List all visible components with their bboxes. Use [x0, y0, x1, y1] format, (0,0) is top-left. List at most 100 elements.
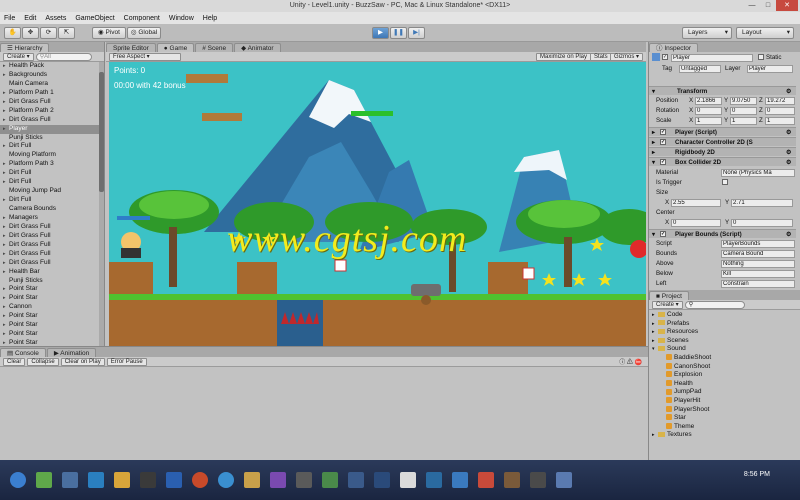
taskbar-app-icon[interactable]: [192, 472, 208, 488]
taskbar-app-icon[interactable]: [166, 472, 182, 488]
transform-header[interactable]: ▾ Transform ⚙: [649, 86, 796, 95]
below-dropdown[interactable]: Kill: [721, 269, 795, 278]
rotation-x-field[interactable]: 0: [695, 106, 722, 115]
component-enabled-checkbox[interactable]: ✓: [660, 129, 666, 135]
step-button[interactable]: ▶|: [408, 27, 425, 39]
position-y-field[interactable]: 9.0750: [730, 96, 757, 105]
project-folder[interactable]: ▸ Textures: [652, 431, 800, 440]
hierarchy-item[interactable]: ▸ Platform Path 1: [0, 89, 100, 98]
taskbar-app-icon[interactable]: [478, 472, 494, 488]
collapse-toggle[interactable]: Collapse: [27, 357, 59, 366]
taskbar-app-icon[interactable]: [556, 472, 572, 488]
maximize-on-play-toggle[interactable]: Maximize on Play: [536, 53, 592, 61]
size-y-field[interactable]: 2.71: [731, 198, 793, 207]
pivot-toggle[interactable]: ◉ Pivot: [92, 27, 126, 39]
hierarchy-item[interactable]: ▸ Dirt Grass Full: [0, 241, 100, 250]
rotation-y-field[interactable]: 0: [730, 106, 757, 115]
hierarchy-item[interactable]: Punji Sticks: [0, 277, 100, 286]
gear-icon[interactable]: ⚙: [786, 148, 792, 157]
hierarchy-item[interactable]: Moving Jump Pad: [0, 187, 100, 196]
global-toggle[interactable]: ◎ Global: [127, 27, 161, 39]
scrollbar-thumb[interactable]: [99, 72, 104, 192]
hierarchy-item[interactable]: ▸ Point Star: [0, 285, 100, 294]
hierarchy-item[interactable]: ▸ Dirt Grass Full: [0, 259, 100, 268]
console-filter-icons[interactable]: ⓘ ⚠ ⛔: [619, 357, 642, 366]
taskbar-app-icon[interactable]: [270, 472, 286, 488]
hierarchy-item[interactable]: Camera Bounds: [0, 205, 100, 214]
project-asset[interactable]: Explosion: [652, 371, 800, 380]
position-x-field[interactable]: 2.1866: [695, 96, 722, 105]
center-y-field[interactable]: 0: [731, 218, 793, 227]
taskbar-app-icon[interactable]: [36, 472, 52, 488]
menu-gameobject[interactable]: GameObject: [75, 15, 114, 22]
tab-animator[interactable]: ◆ Animator: [234, 43, 281, 52]
hierarchy-item[interactable]: ▸ Dirt Grass Full: [0, 98, 100, 107]
tag-dropdown[interactable]: Untagged: [679, 64, 721, 73]
project-asset[interactable]: Health: [652, 380, 800, 389]
hierarchy-item[interactable]: ▸ Dirt Grass Full: [0, 232, 100, 241]
hierarchy-item[interactable]: ▸ Dirt Full: [0, 169, 100, 178]
hierarchy-item[interactable]: ▸ Point Star: [0, 321, 100, 330]
gear-icon[interactable]: ⚙: [786, 230, 792, 239]
player-script-header[interactable]: ▸ ✓ Player (Script) ⚙: [649, 127, 796, 136]
project-asset[interactable]: Theme: [652, 423, 800, 432]
gear-icon[interactable]: ⚙: [786, 158, 792, 167]
hierarchy-item[interactable]: ▸ Platform Path 2: [0, 107, 100, 116]
hierarchy-item[interactable]: Main Camera: [0, 80, 100, 89]
project-asset[interactable]: CanonShoot: [652, 363, 800, 372]
hierarchy-search-input[interactable]: ⚲All: [35, 52, 92, 61]
taskbar-app-icon[interactable]: [296, 472, 312, 488]
hierarchy-item[interactable]: ▸ Point Star: [0, 339, 100, 346]
play-button[interactable]: ▶: [372, 27, 389, 39]
component-enabled-checkbox[interactable]: ✓: [660, 231, 666, 237]
menu-assets[interactable]: Assets: [45, 15, 66, 22]
rotation-z-field[interactable]: 0: [765, 106, 795, 115]
hierarchy-item[interactable]: ▸ Health Pack: [0, 62, 100, 71]
layout-dropdown[interactable]: Layout ▾: [736, 27, 794, 39]
project-asset[interactable]: Star: [652, 414, 800, 423]
taskbar-app-icon[interactable]: [140, 472, 156, 488]
hierarchy-item[interactable]: Punji Sticks: [0, 134, 100, 143]
minimize-button[interactable]: —: [744, 0, 760, 11]
character-controller-header[interactable]: ▸ ✓ Character Controller 2D (S: [649, 137, 796, 146]
position-z-field[interactable]: 19.272: [765, 96, 795, 105]
script-field[interactable]: PlayerBounds: [721, 239, 795, 248]
scale-y-field[interactable]: 1: [730, 116, 757, 125]
project-folder[interactable]: ▾ Sound: [652, 345, 800, 354]
material-field[interactable]: None (Physics Ma: [721, 168, 795, 177]
hierarchy-item[interactable]: ▸ Dirt Full: [0, 178, 100, 187]
hierarchy-item[interactable]: ▸ Dirt Grass Full: [0, 223, 100, 232]
move-tool-button[interactable]: ✥: [22, 27, 39, 39]
rigidbody-header[interactable]: ▸ Rigidbody 2D ⚙: [649, 147, 796, 156]
is-trigger-checkbox[interactable]: [722, 179, 728, 185]
static-checkbox[interactable]: [758, 54, 764, 60]
layers-dropdown[interactable]: Layers ▾: [682, 27, 732, 39]
hierarchy-item[interactable]: ▸ Dirt Grass Full: [0, 116, 100, 125]
project-asset[interactable]: PlayerHit: [652, 397, 800, 406]
taskbar-unity-icon[interactable]: [400, 472, 416, 488]
hierarchy-item[interactable]: ▸ Point Star: [0, 330, 100, 339]
taskbar-app-icon[interactable]: [322, 472, 338, 488]
taskbar-clock[interactable]: 8:56 PM: [744, 471, 770, 479]
taskbar-app-icon[interactable]: [348, 472, 364, 488]
gizmos-dropdown[interactable]: Gizmos ▾: [610, 53, 644, 61]
taskbar-app-icon[interactable]: [426, 472, 442, 488]
project-search-input[interactable]: ⚲: [684, 300, 745, 309]
hierarchy-item[interactable]: Moving Platform: [0, 151, 100, 160]
size-x-field[interactable]: 2.55: [671, 198, 721, 207]
hierarchy-create-button[interactable]: Create ▾: [3, 52, 34, 61]
box-collider-header[interactable]: ▾ ✓ Box Collider 2D ⚙: [649, 157, 796, 166]
hierarchy-item[interactable]: ▸ Player: [0, 124, 100, 134]
left-dropdown[interactable]: Constrain: [721, 279, 795, 288]
above-dropdown[interactable]: Nothing: [721, 259, 795, 268]
scale-z-field[interactable]: 1: [765, 116, 795, 125]
scale-tool-button[interactable]: ⇱: [58, 27, 75, 39]
tab-console[interactable]: ▤ Console: [0, 348, 46, 357]
rotate-tool-button[interactable]: ⟳: [40, 27, 57, 39]
taskbar-app-icon[interactable]: [530, 472, 546, 488]
tab-inspector[interactable]: ⓘ Inspector: [649, 43, 699, 52]
bounds-field[interactable]: Camera Bound: [721, 249, 795, 258]
menu-file[interactable]: File: [4, 15, 15, 22]
menu-component[interactable]: Component: [124, 15, 160, 22]
player-bounds-header[interactable]: ▾ ✓ Player Bounds (Script) ⚙: [649, 229, 796, 238]
